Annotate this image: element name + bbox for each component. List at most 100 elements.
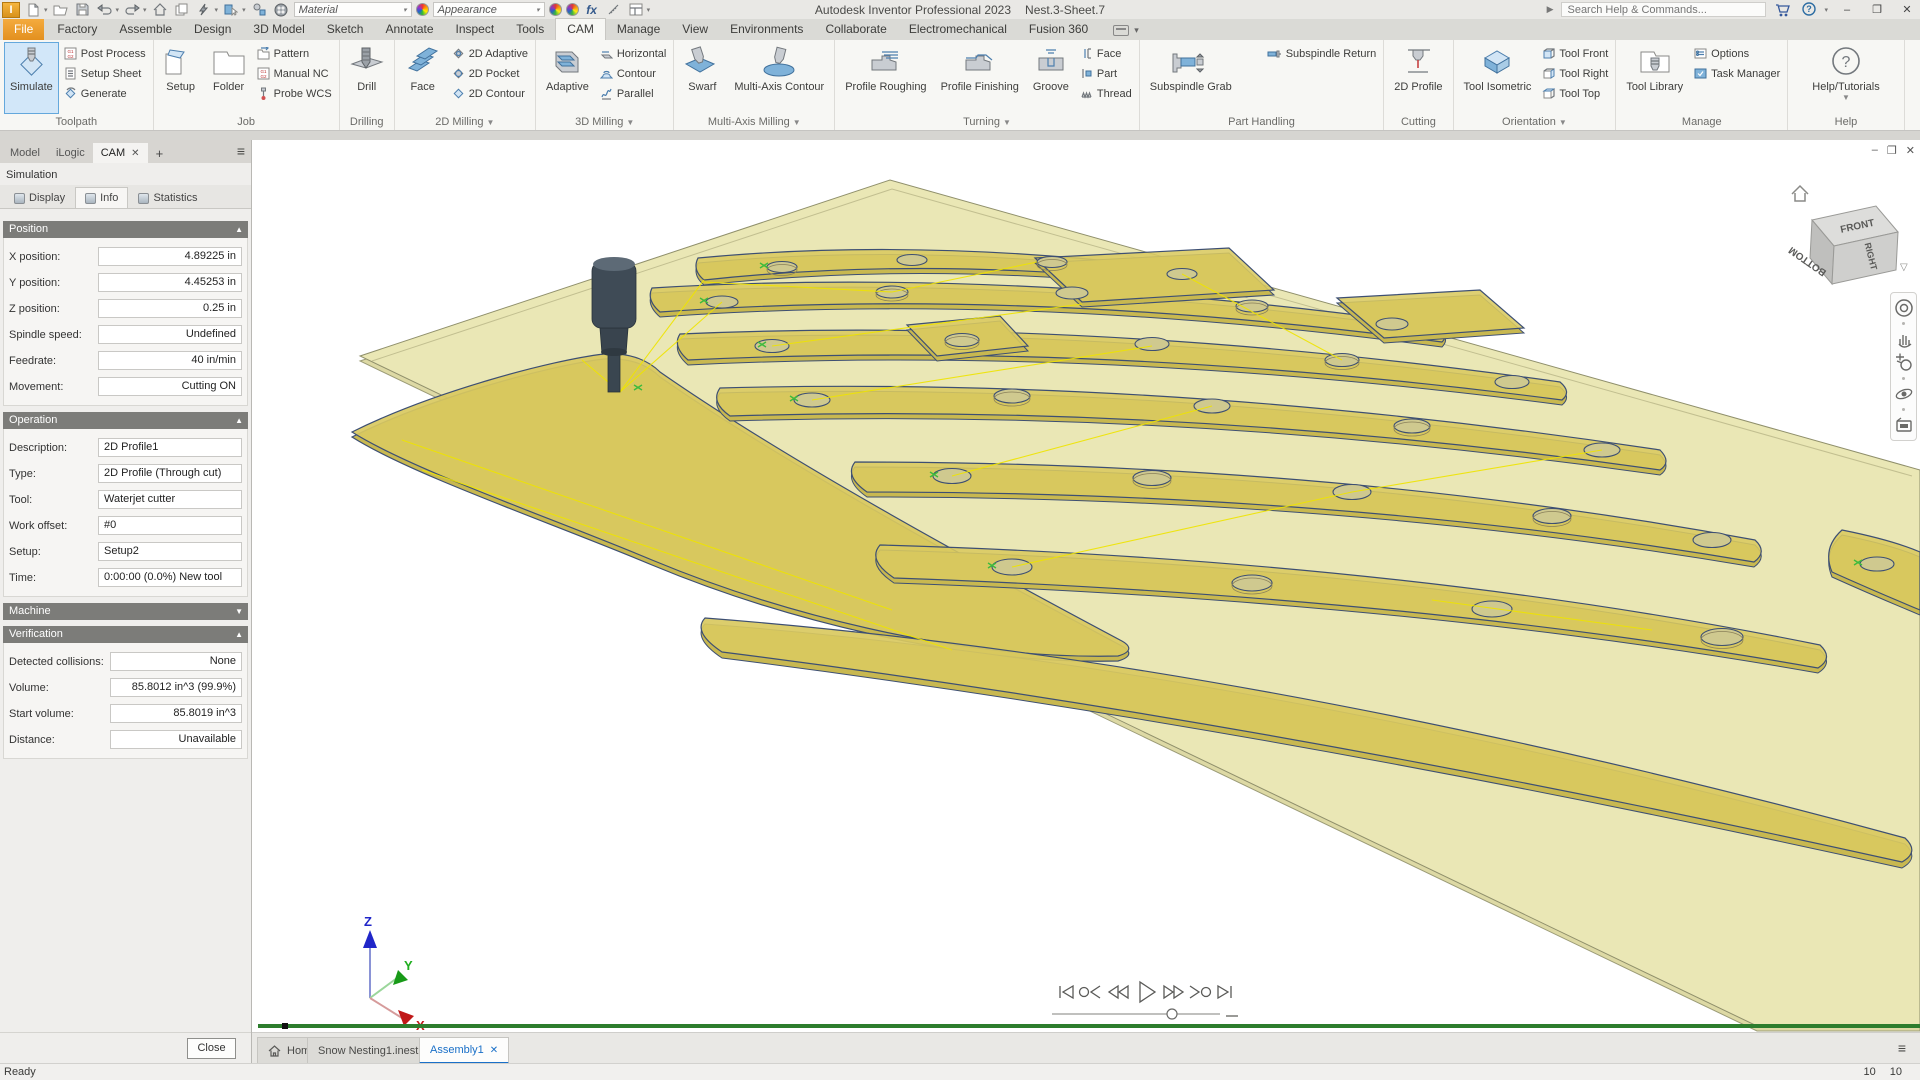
tab-manage[interactable]: Manage — [606, 19, 671, 40]
pan-hand-icon[interactable] — [1893, 328, 1915, 350]
tab-cam[interactable]: CAM — [555, 18, 606, 40]
tab-environments[interactable]: Environments — [719, 19, 814, 40]
appearance-select[interactable]: Appearance▾ — [433, 2, 545, 17]
folder-button[interactable]: Folder — [206, 42, 252, 114]
tab-3d-model[interactable]: 3D Model — [242, 19, 315, 40]
tab-tools[interactable]: Tools — [505, 19, 555, 40]
orbit-icon[interactable] — [1893, 383, 1915, 405]
update-dropdown[interactable]: ▾ — [215, 6, 219, 14]
doc-close-icon[interactable]: ✕ — [1906, 144, 1915, 157]
doc-restore-icon[interactable]: ❐ — [1887, 144, 1897, 157]
search-input[interactable] — [1561, 2, 1766, 17]
copy-icon[interactable] — [173, 1, 191, 18]
appearance-panel-icon[interactable] — [627, 1, 645, 18]
section-header-machine[interactable]: Machine▼ — [3, 603, 248, 620]
contour-button[interactable]: Contour — [597, 65, 670, 82]
subspindle-return-button[interactable]: Subspindle Return — [1264, 45, 1380, 62]
profile-finishing-button[interactable]: Profile Finishing — [935, 42, 1025, 114]
setup-button[interactable]: Setup — [158, 42, 204, 114]
2d-contour-button[interactable]: 2D Contour — [449, 85, 531, 102]
playback-forward-button[interactable] — [1164, 986, 1183, 998]
viewcube-home-icon[interactable] — [1792, 186, 1808, 201]
panel-add-tab-button[interactable]: + — [148, 144, 172, 163]
inventor-logo-icon[interactable]: I — [2, 2, 20, 18]
probe-wcs-button[interactable]: Probe WCS — [254, 85, 335, 102]
tab-annotate[interactable]: Annotate — [374, 19, 444, 40]
select-icon[interactable] — [222, 1, 240, 18]
doc-tab-assembly1[interactable]: Assembly1✕ — [419, 1037, 509, 1064]
face-button[interactable]: Face — [399, 42, 447, 114]
tab-collaborate[interactable]: Collaborate — [814, 19, 897, 40]
look-at-icon[interactable] — [1893, 414, 1915, 436]
panel-tab-ilogic[interactable]: iLogic — [48, 143, 93, 163]
simulation-close-button[interactable]: Close — [187, 1038, 236, 1059]
groove-button[interactable]: Groove — [1027, 42, 1075, 114]
help-tutorials-button[interactable]: ? Help/Tutorials ▼ — [1806, 42, 1885, 114]
turning-part-button[interactable]: Part — [1077, 65, 1135, 82]
section-header-verification[interactable]: Verification▲ — [3, 626, 248, 643]
material-select[interactable]: Material▾ — [294, 2, 412, 17]
turning-thread-button[interactable]: Thread — [1077, 85, 1135, 102]
playback-play-button[interactable] — [1140, 982, 1155, 1002]
horizontal-button[interactable]: Horizontal — [597, 45, 670, 62]
tab-list-menu-icon[interactable]: ≡ — [1898, 1040, 1906, 1056]
undo-icon[interactable] — [96, 1, 114, 18]
tab-design[interactable]: Design — [183, 19, 242, 40]
collapse-icon[interactable]: ▲ — [235, 412, 243, 429]
tool-front-button[interactable]: Tool Front — [1539, 45, 1611, 62]
pattern-button[interactable]: Pattern — [254, 45, 335, 62]
clear-appearance-icon[interactable] — [566, 3, 579, 16]
help-dropdown[interactable]: ▾ — [1824, 6, 1828, 14]
close-button[interactable]: ✕ — [1896, 3, 1918, 16]
swarf-button[interactable]: Swarf — [678, 42, 726, 114]
collapse-icon[interactable]: ▲ — [235, 221, 243, 238]
tool-top-button[interactable]: Tool Top — [1539, 85, 1611, 102]
manual-nc-button[interactable]: G1G2Manual NC — [254, 65, 335, 82]
material-sphere-icon[interactable] — [272, 1, 290, 18]
post-process-button[interactable]: G1G2Post Process — [61, 45, 149, 62]
playback-previous-op-button[interactable] — [1080, 986, 1101, 998]
subspindle-grab-button[interactable]: Subspindle Grab — [1144, 42, 1238, 114]
subtab-info[interactable]: Info — [75, 187, 128, 208]
user-settings-icon[interactable] — [250, 1, 268, 18]
tool-right-button[interactable]: Tool Right — [1539, 65, 1611, 82]
drill-button[interactable]: Drill — [344, 42, 390, 114]
tab-assemble[interactable]: Assemble — [108, 19, 183, 40]
select-dropdown[interactable]: ▾ — [242, 6, 246, 14]
ribbon-collapse-dropdown[interactable]: ▾ — [1134, 25, 1139, 36]
tab-file[interactable]: File — [3, 19, 44, 40]
subtab-statistics[interactable]: Statistics — [128, 187, 207, 208]
2d-pocket-button[interactable]: 2D Pocket — [449, 65, 531, 82]
playback-rewind-button[interactable] — [1109, 986, 1128, 998]
steering-wheel-icon[interactable] — [1893, 297, 1915, 319]
setup-sheet-button[interactable]: Setup Sheet — [61, 65, 149, 82]
adjust-appearance-icon[interactable] — [549, 3, 562, 16]
simulate-button[interactable]: Simulate — [4, 42, 59, 114]
doc-minimize-icon[interactable]: – — [1872, 144, 1878, 157]
slider-handle[interactable] — [1167, 1009, 1177, 1019]
sketch-update-icon[interactable] — [195, 1, 213, 18]
multi-axis-contour-button[interactable]: Multi-Axis Contour — [728, 42, 830, 114]
panel-tab-model[interactable]: Model — [2, 143, 48, 163]
2d-adaptive-button[interactable]: 2D Adaptive — [449, 45, 531, 62]
redo-dropdown[interactable]: ▾ — [143, 6, 147, 14]
help-icon[interactable]: ? — [1800, 1, 1818, 18]
close-tab-icon[interactable]: ✕ — [490, 1045, 498, 1056]
redo-icon[interactable] — [123, 1, 141, 18]
generate-button[interactable]: Generate — [61, 85, 149, 102]
panel-tab-close-icon[interactable]: ✕ — [131, 148, 139, 159]
minimize-button[interactable]: – — [1836, 4, 1858, 16]
new-file-dropdown[interactable]: ▾ — [44, 6, 48, 14]
panel-tab-cam[interactable]: CAM✕ — [93, 143, 148, 163]
app-store-cart-icon[interactable] — [1774, 1, 1792, 18]
section-header-operation[interactable]: Operation▲ — [3, 412, 248, 429]
turning-face-button[interactable]: Face — [1077, 45, 1135, 62]
options-button[interactable]: Options — [1691, 45, 1783, 62]
graphics-viewport[interactable]: Z Y X — [252, 140, 1920, 1032]
tab-electromechanical[interactable]: Electromechanical — [898, 19, 1018, 40]
color-wheel-icon[interactable] — [416, 3, 429, 16]
playback-goto-end-button[interactable] — [1218, 986, 1231, 998]
task-manager-button[interactable]: Task Manager — [1691, 65, 1783, 82]
open-icon[interactable] — [52, 1, 70, 18]
section-header-position[interactable]: Position▲ — [3, 221, 248, 238]
